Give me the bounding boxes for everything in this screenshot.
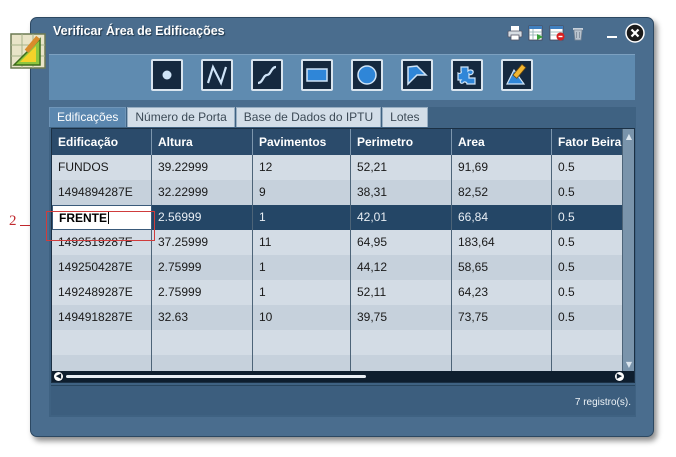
app-logo-icon xyxy=(10,33,46,69)
polygon-tool-button[interactable] xyxy=(401,59,433,91)
polyline-tool-button[interactable] xyxy=(201,59,233,91)
tab-numero-de-porta[interactable]: Número de Porta xyxy=(127,107,235,127)
delete-selection-icon[interactable] xyxy=(549,25,565,41)
point-tool-button[interactable] xyxy=(151,59,183,91)
cell-area[interactable]: 66,84 xyxy=(452,205,552,230)
polyline-icon xyxy=(206,64,228,86)
cell-perimetro[interactable]: 38,31 xyxy=(351,180,452,205)
column-header-pavimentos[interactable]: Pavimentos xyxy=(253,129,351,155)
horizontal-scroll-thumb[interactable] xyxy=(66,375,366,378)
cell-altura[interactable]: 2.75999 xyxy=(152,255,253,280)
column-header-edificacao[interactable]: Edificação xyxy=(52,129,152,155)
circle-tool-button[interactable] xyxy=(351,59,383,91)
cell-area[interactable]: 91,69 xyxy=(452,155,552,180)
table-row[interactable]: 1494894287E 32.22999 9 38,31 82,52 0.5 xyxy=(52,180,634,205)
table-row[interactable]: FUNDOS 39.22999 12 52,21 91,69 0.5 xyxy=(52,155,634,180)
table-header: Edificação Altura Pavimentos Perimetro A… xyxy=(52,129,634,155)
scroll-right-arrow-icon[interactable]: ▶ xyxy=(615,372,624,381)
drawing-toolbar xyxy=(49,54,635,100)
rectangle-tool-button[interactable] xyxy=(301,59,333,91)
trash-icon[interactable] xyxy=(570,25,586,41)
tab-base-de-dados-iptu[interactable]: Base de Dados do IPTU xyxy=(235,107,382,127)
horizontal-scrollbar[interactable]: ◀ ▶ xyxy=(52,371,634,382)
circle-icon xyxy=(357,65,377,85)
cell-altura[interactable]: 2.56999 xyxy=(152,205,253,230)
freehand-tool-button[interactable] xyxy=(451,59,483,91)
rectangle-icon xyxy=(306,68,328,82)
cell-pavimentos[interactable]: 1 xyxy=(253,280,351,305)
cell-pavimentos[interactable]: 1 xyxy=(253,255,351,280)
cell-area[interactable]: 73,75 xyxy=(452,305,552,330)
freehand-shape-icon xyxy=(457,66,476,85)
cell-pavimentos[interactable]: 12 xyxy=(253,155,351,180)
scroll-up-arrow-icon[interactable]: ▲ xyxy=(624,131,634,143)
window-title: Verificar Área de Edificações xyxy=(53,24,225,38)
buildings-table: Edificação Altura Pavimentos Perimetro A… xyxy=(51,128,635,383)
cell-altura[interactable]: 2.75999 xyxy=(152,280,253,305)
table-row[interactable]: 1492489287E 2.75999 1 52,11 64,23 0.5 xyxy=(52,280,634,305)
tab-edificacoes[interactable]: Edificações xyxy=(49,107,127,127)
cell-edificacao[interactable]: FUNDOS xyxy=(52,155,152,180)
cell-perimetro[interactable]: 64,95 xyxy=(351,230,452,255)
table-body: FUNDOS 39.22999 12 52,21 91,69 0.5 14948… xyxy=(52,155,634,380)
cell-area[interactable]: 58,65 xyxy=(452,255,552,280)
column-header-area[interactable]: Area xyxy=(452,129,552,155)
curve-icon xyxy=(257,65,277,85)
cell-pavimentos[interactable]: 1 xyxy=(253,205,351,230)
cell-perimetro[interactable]: 44,12 xyxy=(351,255,452,280)
cell-perimetro[interactable]: 39,75 xyxy=(351,305,452,330)
annotation-highlight-box xyxy=(46,211,155,241)
scroll-left-arrow-icon[interactable]: ◀ xyxy=(54,372,63,381)
cell-edificacao[interactable]: 1494918287E xyxy=(52,305,152,330)
scroll-down-arrow-icon[interactable]: ▼ xyxy=(624,359,634,371)
cell-pavimentos[interactable]: 10 xyxy=(253,305,351,330)
cell-area[interactable]: 64,23 xyxy=(452,280,552,305)
status-bar: 7 registro(s). xyxy=(51,385,635,415)
tab-lotes[interactable]: Lotes xyxy=(382,107,428,127)
record-count: 7 registro(s). xyxy=(574,397,631,408)
window-title-tools xyxy=(502,22,645,44)
cell-pavimentos[interactable]: 11 xyxy=(253,230,351,255)
column-header-altura[interactable]: Altura xyxy=(152,129,253,155)
cell-edificacao[interactable]: 1492504287E xyxy=(52,255,152,280)
cell-perimetro[interactable]: 52,21 xyxy=(351,155,452,180)
cell-area[interactable]: 183,64 xyxy=(452,230,552,255)
cell-altura[interactable]: 32.22999 xyxy=(152,180,253,205)
edit-tool-button[interactable] xyxy=(501,59,533,91)
polygon-icon xyxy=(407,65,428,86)
cell-edificacao[interactable]: 1492489287E xyxy=(52,280,152,305)
curve-tool-button[interactable] xyxy=(251,59,283,91)
cell-perimetro[interactable]: 52,11 xyxy=(351,280,452,305)
cell-edificacao[interactable]: 1494894287E xyxy=(52,180,152,205)
table-row[interactable]: 1492504287E 2.75999 1 44,12 58,65 0.5 xyxy=(52,255,634,280)
cell-altura[interactable]: 39.22999 xyxy=(152,155,253,180)
close-icon[interactable] xyxy=(625,23,645,43)
annotation-label: 2 xyxy=(9,213,17,229)
table-row-empty xyxy=(52,330,634,355)
table-row[interactable]: 1494918287E 32.63 10 39,75 73,75 0.5 xyxy=(52,305,634,330)
cell-altura[interactable]: 32.63 xyxy=(152,305,253,330)
cell-altura[interactable]: 37.25999 xyxy=(152,230,253,255)
tab-bar: Edificações Número de Porta Base de Dado… xyxy=(49,107,429,127)
minimize-icon[interactable] xyxy=(604,25,620,41)
pencil-edit-icon xyxy=(506,63,527,85)
results-panel: Edificações Número de Porta Base de Dado… xyxy=(49,107,636,417)
cell-perimetro[interactable]: 42,01 xyxy=(351,205,452,230)
cell-pavimentos[interactable]: 9 xyxy=(253,180,351,205)
vertical-scrollbar[interactable]: ▲ ▼ xyxy=(622,129,634,373)
cell-area[interactable]: 82,52 xyxy=(452,180,552,205)
export-table-icon[interactable] xyxy=(528,25,544,41)
print-icon[interactable] xyxy=(507,25,523,41)
column-header-perimetro[interactable]: Perimetro xyxy=(351,129,452,155)
point-icon xyxy=(162,70,172,80)
